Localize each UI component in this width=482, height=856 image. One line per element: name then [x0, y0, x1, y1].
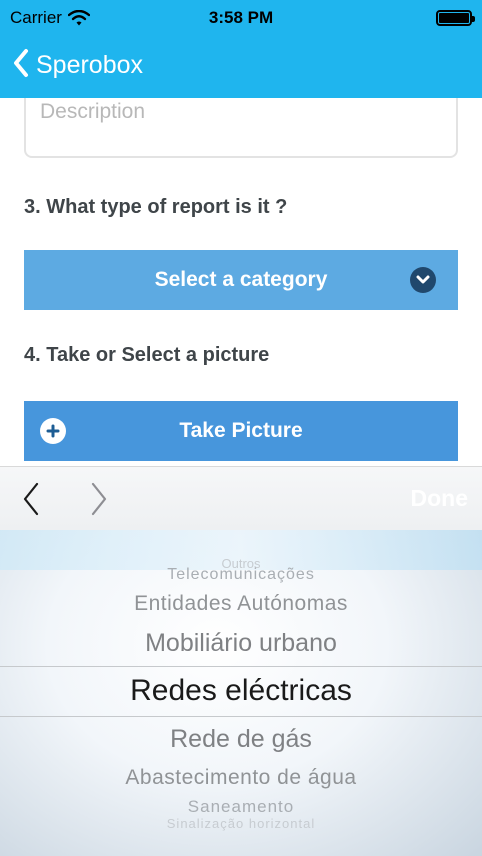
chevron-left-icon — [12, 48, 30, 83]
question-report-type: 3. What type of report is it ? — [24, 196, 288, 218]
picker-option[interactable]: Mobiliário urbano — [0, 629, 482, 658]
take-picture-button[interactable]: Take Picture — [24, 401, 458, 461]
picker-option[interactable]: Sinalização horizontal — [0, 816, 482, 831]
done-button[interactable]: Done — [411, 485, 469, 512]
picker-selection-bottom-line — [0, 716, 482, 717]
picker-option[interactable]: Telecomunicações — [0, 566, 482, 584]
previous-field-button[interactable] — [20, 481, 42, 522]
status-time: 3:58 PM — [208, 8, 274, 27]
category-picker[interactable]: Outros Telecomunicações Entidades Autóno… — [0, 530, 482, 856]
description-field[interactable] — [24, 98, 458, 158]
picker-option[interactable]: Saneamento — [0, 797, 482, 817]
chevron-down-icon — [410, 267, 436, 293]
back-button-label: Sperobox — [36, 51, 144, 79]
picker-option[interactable]: Abastecimento de água — [0, 766, 482, 790]
picker-option[interactable]: Rede de gás — [0, 725, 482, 754]
picker-toolbar: Done — [0, 466, 482, 530]
back-button[interactable]: Sperobox — [12, 48, 143, 83]
description-input[interactable] — [40, 100, 440, 124]
next-field-button[interactable] — [88, 481, 110, 522]
picker-selection-top-line — [0, 666, 482, 667]
picker-option[interactable]: Entidades Autónomas — [0, 592, 482, 616]
status-bar: Carrier 3:58 PM — [0, 0, 482, 36]
navigation-bar: Sperobox — [0, 36, 482, 98]
select-category-label: Select a category — [154, 268, 328, 291]
take-picture-label: Take Picture — [179, 419, 303, 442]
plus-icon — [40, 418, 66, 444]
battery-icon — [436, 10, 475, 26]
picker-option-selected[interactable]: Redes eléctricas — [0, 674, 482, 708]
select-category-button[interactable]: Select a category — [24, 250, 458, 310]
report-form: 3. What type of report is it ? Select a … — [0, 98, 482, 466]
question-picture: 4. Take or Select a picture — [24, 344, 270, 366]
